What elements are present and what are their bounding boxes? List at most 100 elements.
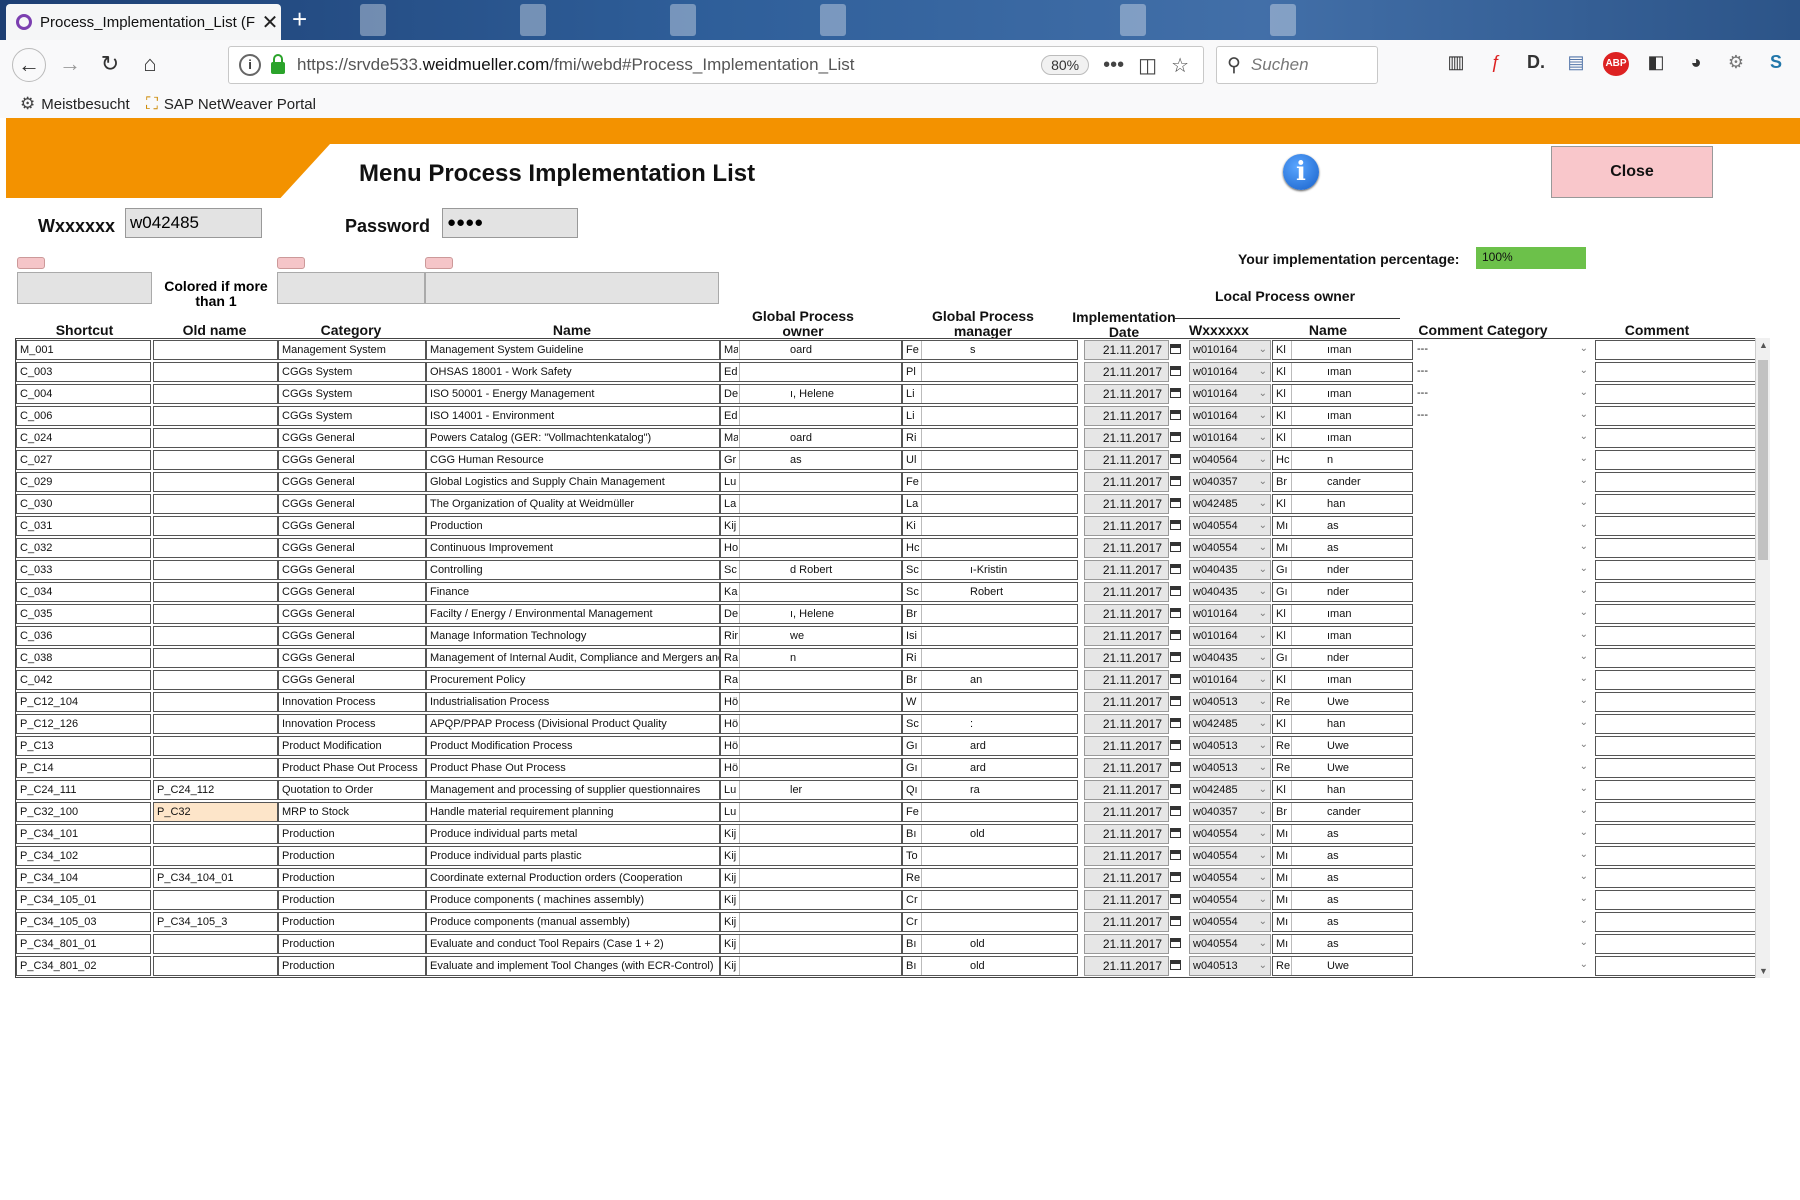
cell-category[interactable]: Production (278, 912, 426, 932)
cell-wxxxxxx[interactable]: w010164 ⌄ (1189, 604, 1271, 624)
cell-comment[interactable] (1595, 582, 1769, 602)
calendar-icon[interactable] (1170, 916, 1181, 926)
cell-global-manager[interactable]: Hc (902, 538, 1078, 558)
filter-toggle-shortcut[interactable] (17, 257, 45, 269)
cell-local-owner-name[interactable]: Kl ıman (1272, 340, 1413, 360)
cell-global-owner[interactable]: Ma oard (720, 428, 902, 448)
cell-local-owner-name[interactable]: Mı as (1272, 538, 1413, 558)
chevron-down-icon[interactable]: ⌄ (1259, 847, 1267, 865)
cell-shortcut[interactable]: C_033 (16, 560, 151, 580)
cell-category[interactable]: CGGs General (278, 604, 426, 624)
calendar-icon[interactable] (1170, 872, 1181, 882)
new-tab-icon[interactable]: + (292, 4, 307, 35)
cell-category[interactable]: CGGs General (278, 472, 426, 492)
cell-name[interactable]: Produce individual parts metal (426, 824, 720, 844)
calendar-icon[interactable] (1170, 542, 1181, 552)
calendar-icon[interactable] (1170, 652, 1181, 662)
cell-shortcut[interactable]: P_C32_100 (16, 802, 151, 822)
cell-shortcut[interactable]: C_024 (16, 428, 151, 448)
cell-implementation-date[interactable]: 21.11.2017 (1084, 802, 1169, 822)
cell-comment-category[interactable]: ⌄ (1414, 780, 1591, 800)
cell-global-manager[interactable]: Ri (902, 428, 1078, 448)
chevron-down-icon[interactable]: ⌄ (1580, 868, 1588, 886)
table-row[interactable]: P_C24_111 P_C24_112 Quotation to Order Mana… (16, 779, 1769, 801)
bookmark-meistbesucht[interactable]: ⚙ Meistbesucht (20, 94, 130, 114)
cell-local-owner-name[interactable]: Gı nder (1272, 560, 1413, 580)
calendar-icon[interactable] (1170, 498, 1181, 508)
cell-global-owner[interactable]: Hö (720, 736, 902, 756)
cell-name[interactable]: The Organization of Quality at Weidmülle… (426, 494, 720, 514)
calendar-icon[interactable] (1170, 454, 1181, 464)
chevron-down-icon[interactable]: ⌄ (1259, 429, 1267, 447)
cell-old-name[interactable] (153, 516, 278, 536)
cell-old-name[interactable] (153, 582, 278, 602)
chevron-down-icon[interactable]: ⌄ (1580, 450, 1588, 468)
cell-old-name[interactable] (153, 648, 278, 668)
table-scrollbar[interactable]: ▲ ▼ (1755, 338, 1770, 978)
table-row[interactable]: M_001 Management System Management System … (16, 339, 1769, 361)
table-row[interactable]: C_006 CGGs System ISO 14001 - Environment E… (16, 405, 1769, 427)
cell-local-owner-name[interactable]: Re Uwe (1272, 736, 1413, 756)
cell-name[interactable]: Product Modification Process (426, 736, 720, 756)
filter-category-input[interactable] (277, 272, 425, 304)
table-row[interactable]: P_C34_101 Production Produce individual pa… (16, 823, 1769, 845)
filter-name-input[interactable] (425, 272, 719, 304)
cell-comment[interactable] (1595, 472, 1769, 492)
cell-shortcut[interactable]: C_029 (16, 472, 151, 492)
cell-wxxxxxx[interactable]: w010164 ⌄ (1189, 428, 1271, 448)
cell-comment[interactable] (1595, 406, 1769, 426)
chevron-down-icon[interactable]: ⌄ (1259, 561, 1267, 579)
cell-implementation-date[interactable]: 21.11.2017 (1084, 956, 1169, 976)
cell-old-name[interactable] (153, 560, 278, 580)
cell-comment-category[interactable]: ⌄ (1414, 516, 1591, 536)
cell-global-manager[interactable]: Li (902, 406, 1078, 426)
password-field[interactable]: ●●●● (442, 208, 578, 238)
cell-category[interactable]: CGGs General (278, 582, 426, 602)
calendar-icon[interactable] (1170, 564, 1181, 574)
cell-implementation-date[interactable]: 21.11.2017 (1084, 538, 1169, 558)
cell-comment[interactable] (1595, 956, 1769, 976)
table-row[interactable]: C_031 CGGs General Production Kij Ki 21.11.20… (16, 515, 1769, 537)
cell-name[interactable]: Global Logistics and Supply Chain Manage… (426, 472, 720, 492)
cell-comment[interactable] (1595, 428, 1769, 448)
cell-implementation-date[interactable]: 21.11.2017 (1084, 582, 1169, 602)
table-row[interactable]: P_C12_104 Innovation Process Industrialisa… (16, 691, 1769, 713)
cell-global-owner[interactable]: Kij (720, 890, 902, 910)
cell-global-manager[interactable]: To (902, 846, 1078, 866)
cell-comment-category[interactable]: ⌄ (1414, 538, 1591, 558)
table-row[interactable]: P_C34_102 Production Produce individual pa… (16, 845, 1769, 867)
chevron-down-icon[interactable]: ⌄ (1580, 362, 1588, 380)
cell-local-owner-name[interactable]: Kl ıman (1272, 670, 1413, 690)
cell-global-owner[interactable]: Lu (720, 472, 902, 492)
cell-local-owner-name[interactable]: Mı as (1272, 516, 1413, 536)
cell-category[interactable]: Quotation to Order (278, 780, 426, 800)
cell-comment-category[interactable]: --- ⌄ (1414, 362, 1591, 382)
cell-global-owner[interactable]: Hö (720, 714, 902, 734)
cell-global-owner[interactable]: Gr as (720, 450, 902, 470)
cell-comment[interactable] (1595, 824, 1769, 844)
cell-old-name[interactable] (153, 494, 278, 514)
cell-old-name[interactable] (153, 714, 278, 734)
chevron-down-icon[interactable]: ⌄ (1580, 758, 1588, 776)
chevron-down-icon[interactable]: ⌄ (1580, 802, 1588, 820)
cell-name[interactable]: Controlling (426, 560, 720, 580)
chevron-down-icon[interactable]: ⌄ (1580, 912, 1588, 930)
cell-category[interactable]: CGGs General (278, 450, 426, 470)
cell-name[interactable]: Produce components (manual assembly) (426, 912, 720, 932)
filter-toggle-category[interactable] (277, 257, 305, 269)
cell-comment[interactable] (1595, 934, 1769, 954)
table-row[interactable]: C_030 CGGs General The Organization of Qua… (16, 493, 1769, 515)
chevron-down-icon[interactable]: ⌄ (1580, 648, 1588, 666)
cell-comment-category[interactable]: ⌄ (1414, 736, 1591, 756)
cell-comment[interactable] (1595, 450, 1769, 470)
table-row[interactable]: P_C12_126 Innovation Process APQP/PPAP Pro… (16, 713, 1769, 735)
cell-global-owner[interactable]: Hö (720, 758, 902, 778)
cell-comment[interactable] (1595, 912, 1769, 932)
cell-local-owner-name[interactable]: Kl ıman (1272, 362, 1413, 382)
cell-global-owner[interactable]: Ra (720, 670, 902, 690)
cell-category[interactable]: CGGs System (278, 406, 426, 426)
cell-name[interactable]: Manage Information Technology (426, 626, 720, 646)
cell-shortcut[interactable]: C_030 (16, 494, 151, 514)
cell-shortcut[interactable]: C_004 (16, 384, 151, 404)
back-icon[interactable]: ← (12, 48, 46, 82)
